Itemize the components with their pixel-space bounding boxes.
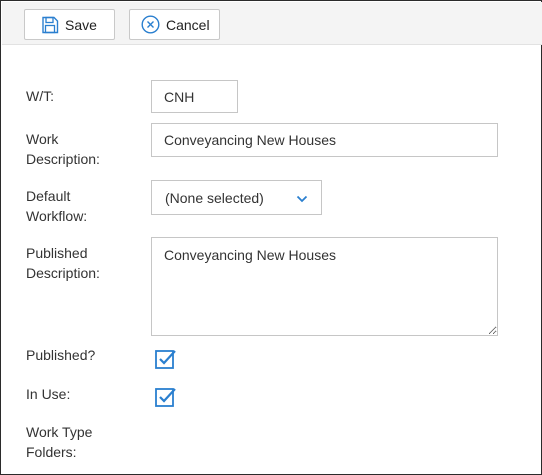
checkbox-checked-icon — [155, 350, 177, 374]
cancel-label: Cancel — [166, 16, 210, 33]
published-checkbox[interactable] — [155, 348, 177, 370]
work-description-input[interactable] — [151, 123, 498, 157]
work-type-folders-label-line2: Folders: — [26, 444, 77, 460]
published-description-label-line2: Description: — [26, 265, 100, 281]
work-description-label-line1: Work — [26, 131, 59, 147]
save-button[interactable]: Save — [24, 9, 115, 40]
wt-label: W/T: — [26, 88, 54, 104]
checkbox-checked-icon — [155, 388, 177, 412]
in-use-label: In Use: — [26, 386, 71, 402]
work-description-label: Work Description: — [26, 129, 136, 169]
work-type-folders-label-line1: Work Type — [26, 424, 93, 440]
cancel-button[interactable]: Cancel — [129, 9, 220, 40]
dialog-frame: Save Cancel W/T: Work Description: Defau… — [0, 0, 542, 475]
work-type-folders-label: Work Type Folders: — [26, 422, 136, 462]
in-use-checkbox[interactable] — [155, 386, 177, 408]
default-workflow-selected-value: (None selected) — [165, 189, 264, 206]
published-description-textarea[interactable]: Conveyancing New Houses — [151, 237, 498, 336]
published-description-label-line1: Published — [26, 245, 88, 261]
floppy-disk-icon — [41, 16, 59, 34]
work-description-label-line2: Description: — [26, 151, 100, 167]
default-workflow-select[interactable]: (None selected) — [151, 180, 322, 215]
default-workflow-label-line2: Workflow: — [26, 208, 88, 224]
default-workflow-label: Default Workflow: — [26, 186, 136, 226]
save-label: Save — [65, 16, 97, 33]
published-description-label: Published Description: — [26, 243, 136, 283]
circle-x-icon — [141, 15, 160, 34]
chevron-down-icon — [296, 190, 308, 206]
toolbar: Save Cancel — [2, 2, 542, 45]
published-label: Published? — [26, 347, 96, 363]
wt-input[interactable] — [151, 80, 238, 113]
default-workflow-label-line1: Default — [26, 188, 71, 204]
